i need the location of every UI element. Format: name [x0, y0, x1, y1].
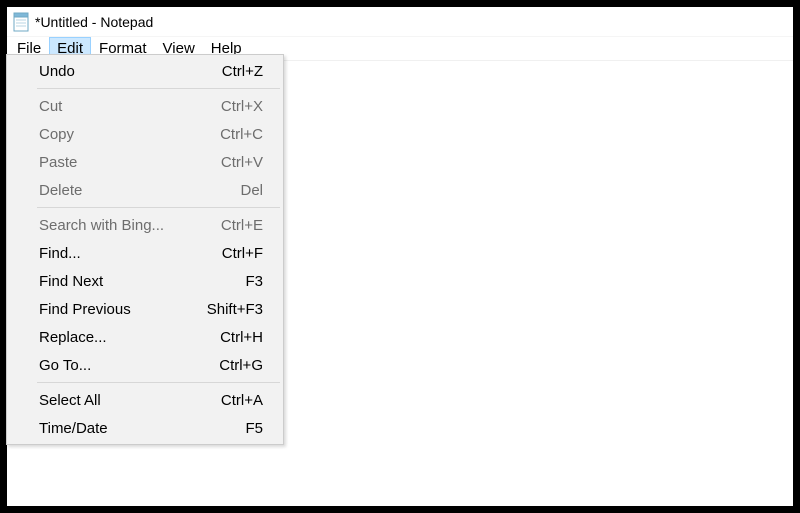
menu-delete-label: Delete [39, 182, 82, 199]
menu-select-all-label: Select All [39, 392, 101, 409]
menu-search-bing[interactable]: Search with Bing... Ctrl+E [9, 211, 281, 239]
titlebar: *Untitled - Notepad [7, 7, 793, 37]
menu-replace-shortcut: Ctrl+H [220, 329, 263, 346]
menu-paste[interactable]: Paste Ctrl+V [9, 148, 281, 176]
menu-undo-label: Undo [39, 63, 75, 80]
menu-replace-label: Replace... [39, 329, 107, 346]
menu-time-date[interactable]: Time/Date F5 [9, 414, 281, 442]
menu-cut[interactable]: Cut Ctrl+X [9, 92, 281, 120]
menu-separator [37, 382, 280, 383]
menu-select-all[interactable]: Select All Ctrl+A [9, 386, 281, 414]
menu-paste-label: Paste [39, 154, 77, 171]
menu-cut-shortcut: Ctrl+X [221, 98, 263, 115]
menu-time-date-shortcut: F5 [245, 420, 263, 437]
menu-goto-label: Go To... [39, 357, 91, 374]
menu-delete-shortcut: Del [240, 182, 263, 199]
menu-replace[interactable]: Replace... Ctrl+H [9, 323, 281, 351]
menu-search-bing-shortcut: Ctrl+E [221, 217, 263, 234]
menu-find-previous-label: Find Previous [39, 301, 131, 318]
menu-separator [37, 88, 280, 89]
menu-find-next-label: Find Next [39, 273, 103, 290]
menu-copy[interactable]: Copy Ctrl+C [9, 120, 281, 148]
menu-copy-label: Copy [39, 126, 74, 143]
menu-undo-shortcut: Ctrl+Z [222, 63, 263, 80]
menu-find-previous[interactable]: Find Previous Shift+F3 [9, 295, 281, 323]
edit-dropdown: Undo Ctrl+Z Cut Ctrl+X Copy Ctrl+C Paste… [6, 54, 284, 445]
menu-undo[interactable]: Undo Ctrl+Z [9, 57, 281, 85]
menu-search-bing-label: Search with Bing... [39, 217, 164, 234]
menu-find-next[interactable]: Find Next F3 [9, 267, 281, 295]
menu-find-label: Find... [39, 245, 81, 262]
menu-find-shortcut: Ctrl+F [222, 245, 263, 262]
menu-find[interactable]: Find... Ctrl+F [9, 239, 281, 267]
notepad-icon [13, 12, 29, 32]
menu-delete[interactable]: Delete Del [9, 176, 281, 204]
menu-find-previous-shortcut: Shift+F3 [207, 301, 263, 318]
menu-copy-shortcut: Ctrl+C [220, 126, 263, 143]
menu-paste-shortcut: Ctrl+V [221, 154, 263, 171]
menu-goto[interactable]: Go To... Ctrl+G [9, 351, 281, 379]
menu-time-date-label: Time/Date [39, 420, 108, 437]
menu-goto-shortcut: Ctrl+G [219, 357, 263, 374]
menu-select-all-shortcut: Ctrl+A [221, 392, 263, 409]
menu-find-next-shortcut: F3 [245, 273, 263, 290]
menu-separator [37, 207, 280, 208]
menu-cut-label: Cut [39, 98, 62, 115]
window-title: *Untitled - Notepad [35, 14, 153, 30]
